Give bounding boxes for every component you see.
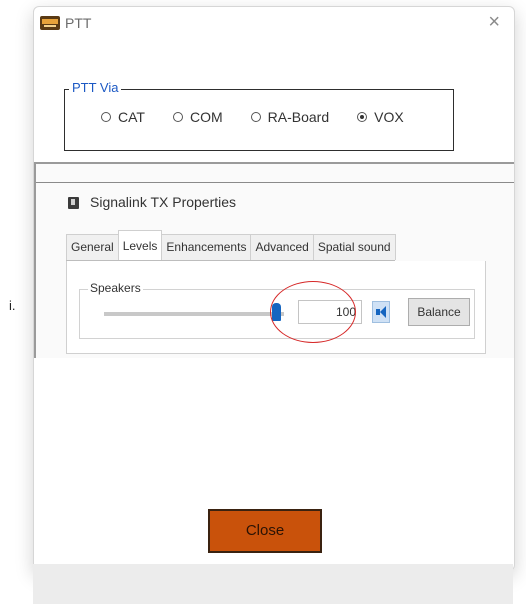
speakers-slider-fill <box>104 312 284 316</box>
divider <box>36 182 514 183</box>
radio-cat-indicator <box>101 112 111 122</box>
window-title: PTT <box>65 15 92 31</box>
tab-spatial-sound[interactable]: Spatial sound <box>312 234 396 260</box>
radio-ra-board-indicator <box>250 112 261 122</box>
ptt-via-options: CAT COM RA-Board VOX <box>101 109 432 125</box>
tab-advanced[interactable]: Advanced <box>250 234 314 260</box>
side-marker: i. <box>9 298 16 313</box>
radio-cat[interactable]: CAT <box>101 109 145 125</box>
radio-com-label: COM <box>189 109 223 125</box>
ptt-app-icon <box>40 16 60 30</box>
tab-levels[interactable]: Levels <box>117 230 163 260</box>
ptt-via-group: PTT Via CAT COM RA-Board VOX <box>64 80 454 151</box>
radio-vox-indicator <box>357 112 368 122</box>
ptt-window: PTT × PTT Via CAT COM RA-Board VOX Signa… <box>33 6 515 571</box>
speaker-icon[interactable] <box>372 301 390 323</box>
properties-tabs: General Levels Enhancements Advanced Spa… <box>66 230 396 261</box>
radio-vox-label: VOX <box>374 109 404 125</box>
title-bar: PTT × <box>34 7 514 41</box>
properties-title: Signalink TX Properties <box>90 194 237 210</box>
close-button[interactable]: Close <box>208 509 322 553</box>
speakers-slider-track[interactable] <box>104 312 284 316</box>
ptt-via-legend: PTT Via <box>69 80 122 95</box>
tab-general[interactable]: General <box>66 234 119 260</box>
radio-vox[interactable]: VOX <box>357 109 404 125</box>
radio-com[interactable]: COM <box>172 109 223 125</box>
radio-com-indicator <box>172 112 183 122</box>
close-icon[interactable]: × <box>488 11 500 34</box>
embedded-properties-screenshot: Signalink TX Properties General Levels E… <box>34 162 514 358</box>
radio-ra-board-label: RA-Board <box>267 109 330 125</box>
speakers-label: Speakers <box>88 281 143 295</box>
properties-icon <box>68 197 79 209</box>
tab-enhancements[interactable]: Enhancements <box>161 234 252 260</box>
balance-button[interactable]: Balance <box>408 298 470 326</box>
radio-cat-label: CAT <box>118 109 145 125</box>
annotation-circle <box>270 281 356 343</box>
radio-ra-board[interactable]: RA-Board <box>250 109 330 125</box>
backdrop-strip <box>33 564 513 604</box>
